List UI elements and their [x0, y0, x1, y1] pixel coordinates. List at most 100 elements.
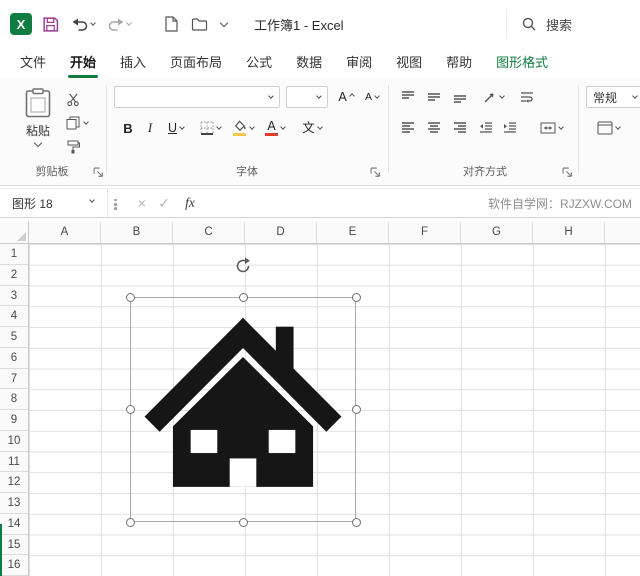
- column-header-A[interactable]: A: [29, 222, 101, 243]
- format-painter-button[interactable]: [66, 136, 80, 158]
- increase-font-size-button[interactable]: A: [334, 85, 358, 109]
- tab-formulas[interactable]: 公式: [234, 48, 284, 78]
- align-bottom-button[interactable]: [450, 85, 470, 109]
- selection-handle-top-center[interactable]: [239, 293, 248, 302]
- decrease-font-size-button[interactable]: A: [360, 85, 384, 109]
- decrease-indent-button[interactable]: [476, 116, 496, 140]
- row-header-4[interactable]: 4: [0, 306, 28, 327]
- select-all-corner[interactable]: [0, 222, 29, 244]
- selection-handle-bottom-left[interactable]: [126, 518, 135, 527]
- font-name-chevron-icon: [268, 92, 274, 99]
- open-file-button[interactable]: [188, 14, 211, 34]
- tab-shape-format[interactable]: 图形格式: [484, 48, 560, 78]
- row-header-1[interactable]: 1: [0, 244, 28, 265]
- row-header-2[interactable]: 2: [0, 265, 28, 286]
- tab-help[interactable]: 帮助: [434, 48, 484, 78]
- format-painter-icon: [66, 140, 80, 154]
- bold-button[interactable]: B: [118, 116, 138, 140]
- font-dialog-launcher[interactable]: [370, 167, 381, 178]
- align-middle-button[interactable]: [424, 85, 444, 109]
- selection-handle-top-left[interactable]: [126, 293, 135, 302]
- wrap-text-button[interactable]: [516, 85, 538, 109]
- column-header-G[interactable]: G: [461, 222, 533, 243]
- font-name-combo[interactable]: [114, 86, 280, 108]
- enter-button[interactable]: ✓: [154, 189, 174, 217]
- cut-button[interactable]: [66, 88, 81, 110]
- selection-handle-top-right[interactable]: [352, 293, 361, 302]
- selection-handle-bottom-right[interactable]: [352, 518, 361, 527]
- underline-button[interactable]: U: [161, 116, 191, 140]
- row-header-14[interactable]: 14: [0, 514, 28, 535]
- number-format-combo[interactable]: 常规: [586, 86, 640, 108]
- row-header-10[interactable]: 10: [0, 431, 28, 452]
- font-color-button[interactable]: A: [261, 116, 289, 140]
- row-header-8[interactable]: 8: [0, 389, 28, 410]
- row-header-3[interactable]: 3: [0, 286, 28, 307]
- italic-button[interactable]: I: [141, 116, 159, 140]
- row-header-9[interactable]: 9: [0, 410, 28, 431]
- cancel-button[interactable]: ×: [132, 189, 152, 217]
- tab-home[interactable]: 开始: [58, 48, 108, 78]
- copy-button[interactable]: [66, 112, 89, 134]
- undo-dropdown-chevron-icon: [90, 19, 96, 26]
- align-left-button[interactable]: [398, 116, 418, 140]
- row-header-7[interactable]: 7: [0, 369, 28, 390]
- copy-icon: [66, 116, 80, 130]
- decrease-font-icon: [374, 92, 380, 99]
- column-header-F[interactable]: F: [389, 222, 461, 243]
- borders-button[interactable]: [196, 116, 224, 140]
- orientation-button[interactable]: [478, 85, 508, 109]
- save-button[interactable]: [39, 13, 62, 36]
- tab-insert[interactable]: 插入: [108, 48, 158, 78]
- align-top-button[interactable]: [398, 85, 418, 109]
- insert-function-button[interactable]: fx: [178, 189, 202, 217]
- font-size-combo[interactable]: [286, 86, 328, 108]
- tab-file[interactable]: 文件: [8, 48, 58, 78]
- redo-button[interactable]: [105, 14, 134, 34]
- paste-button[interactable]: 粘贴: [13, 83, 63, 161]
- fill-color-button[interactable]: [228, 116, 258, 140]
- tab-data[interactable]: 数据: [284, 48, 334, 78]
- number-format-icon-button[interactable]: [588, 116, 628, 140]
- undo-button[interactable]: [69, 14, 98, 34]
- customize-qat-button[interactable]: [218, 18, 230, 29]
- number-style-chevron-icon: [614, 123, 621, 130]
- enter-icon: ✓: [158, 194, 170, 211]
- cancel-icon: ×: [137, 195, 147, 211]
- select-all-triangle-icon: [17, 232, 26, 241]
- name-box[interactable]: 图形 18: [0, 189, 108, 217]
- selection-handle-bottom-center[interactable]: [239, 518, 248, 527]
- copy-dropdown-chevron-icon: [83, 118, 89, 125]
- clipboard-dialog-launcher[interactable]: [93, 167, 104, 178]
- column-header-C[interactable]: C: [173, 222, 245, 243]
- column-header-H[interactable]: H: [533, 222, 605, 243]
- tab-page-layout[interactable]: 页面布局: [158, 48, 234, 78]
- tab-review[interactable]: 审阅: [334, 48, 384, 78]
- formula-bar-drag-handle[interactable]: [114, 197, 117, 212]
- row-header-6[interactable]: 6: [0, 348, 28, 369]
- rotation-handle[interactable]: [234, 257, 252, 275]
- merge-center-button[interactable]: [534, 116, 568, 140]
- phonetic-guide-button[interactable]: 文: [296, 116, 328, 140]
- search-box[interactable]: 搜索: [506, 9, 634, 39]
- tab-view[interactable]: 视图: [384, 48, 434, 78]
- increase-indent-button[interactable]: [500, 116, 520, 140]
- search-icon: [521, 16, 537, 32]
- row-header-11[interactable]: 11: [0, 452, 28, 473]
- alignment-dialog-launcher[interactable]: [562, 167, 573, 178]
- new-file-button[interactable]: [161, 13, 181, 35]
- selection-handle-middle-right[interactable]: [352, 405, 361, 414]
- row-header-12[interactable]: 12: [0, 472, 28, 493]
- column-header-E[interactable]: E: [317, 222, 389, 243]
- row-header-15[interactable]: 15: [0, 535, 28, 556]
- row-header-13[interactable]: 13: [0, 493, 28, 514]
- column-header-B[interactable]: B: [101, 222, 173, 243]
- row-header-5[interactable]: 5: [0, 327, 28, 348]
- selection-handle-middle-left[interactable]: [126, 405, 135, 414]
- align-right-button[interactable]: [450, 116, 470, 140]
- align-center-button[interactable]: [424, 116, 444, 140]
- row-header-16[interactable]: 16: [0, 555, 28, 576]
- formula-input[interactable]: [208, 189, 450, 217]
- excel-logo-icon[interactable]: X: [10, 13, 32, 35]
- column-header-D[interactable]: D: [245, 222, 317, 243]
